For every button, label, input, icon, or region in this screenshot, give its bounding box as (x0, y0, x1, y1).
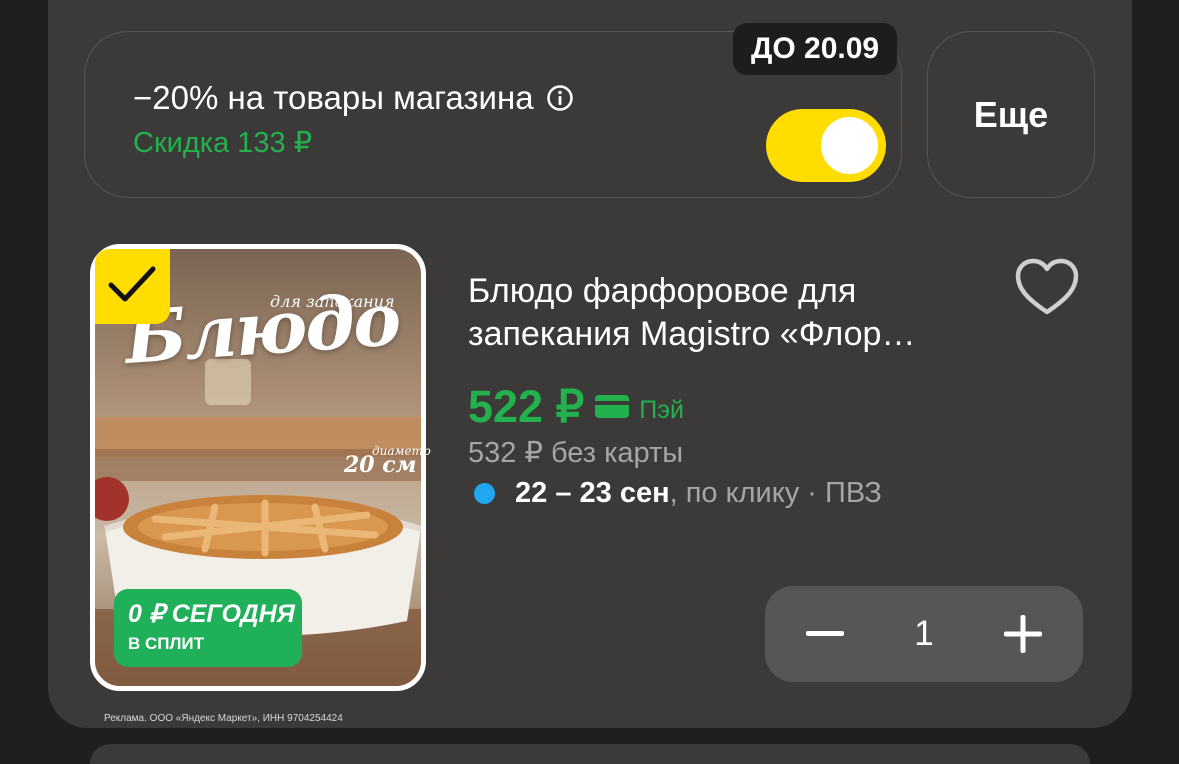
minus-icon (806, 631, 844, 636)
delivery-status-dot (474, 483, 495, 504)
promo-deadline-badge: ДО 20.09 (733, 23, 898, 75)
delivery-date: 22 – 23 сен (515, 477, 670, 509)
next-card-edge (90, 744, 1090, 764)
promo-title-row: −20% на товары магазина (133, 79, 574, 117)
pay-label: Пэй (639, 396, 684, 424)
product-title-line1: Блюдо фарфоровое для (468, 272, 857, 310)
toggle-knob (821, 117, 878, 174)
quantity-stepper: 1 (765, 586, 1083, 682)
ad-disclaimer: Реклама. ООО «Яндекс Маркет», ИНН 970425… (104, 713, 343, 724)
quantity-value: 1 (914, 614, 934, 653)
image-text-diameter-value: 20 см (344, 452, 417, 478)
promo-title: −20% на товары магазина (133, 79, 534, 116)
split-badge: 0 ₽ СЕГОДНЯ В СПЛИТ (114, 589, 302, 667)
card-icon (595, 395, 630, 418)
increment-button[interactable] (975, 586, 1071, 682)
plus-icon (1004, 615, 1042, 653)
split-badge-main: 0 ₽ СЕГОДНЯ (128, 600, 295, 628)
product-title[interactable]: Блюдо фарфоровое для запекания Magistro … (468, 270, 1028, 356)
price: 522 ₽ (468, 381, 585, 432)
decrement-button[interactable] (777, 586, 873, 682)
checkmark-icon (108, 266, 156, 302)
old-price: 532 ₽ без карты (468, 437, 684, 469)
promo-toggle[interactable] (766, 109, 886, 182)
promo-discount: Скидка 133 ₽ (133, 127, 313, 159)
product-title-line2: запекания Magistro «Флор… (468, 315, 916, 353)
select-checkbox[interactable] (95, 249, 170, 324)
heart-icon[interactable] (1012, 256, 1082, 318)
delivery-info: 22 – 23 сен , по клику · ПВЗ (474, 477, 882, 510)
info-icon[interactable] (546, 84, 574, 112)
split-badge-sub: В СПЛИТ (128, 634, 205, 653)
more-button[interactable]: Еще (927, 31, 1095, 198)
price-row: 522 ₽ Пэй (468, 380, 684, 433)
delivery-method: , по клику · ПВЗ (669, 477, 882, 509)
